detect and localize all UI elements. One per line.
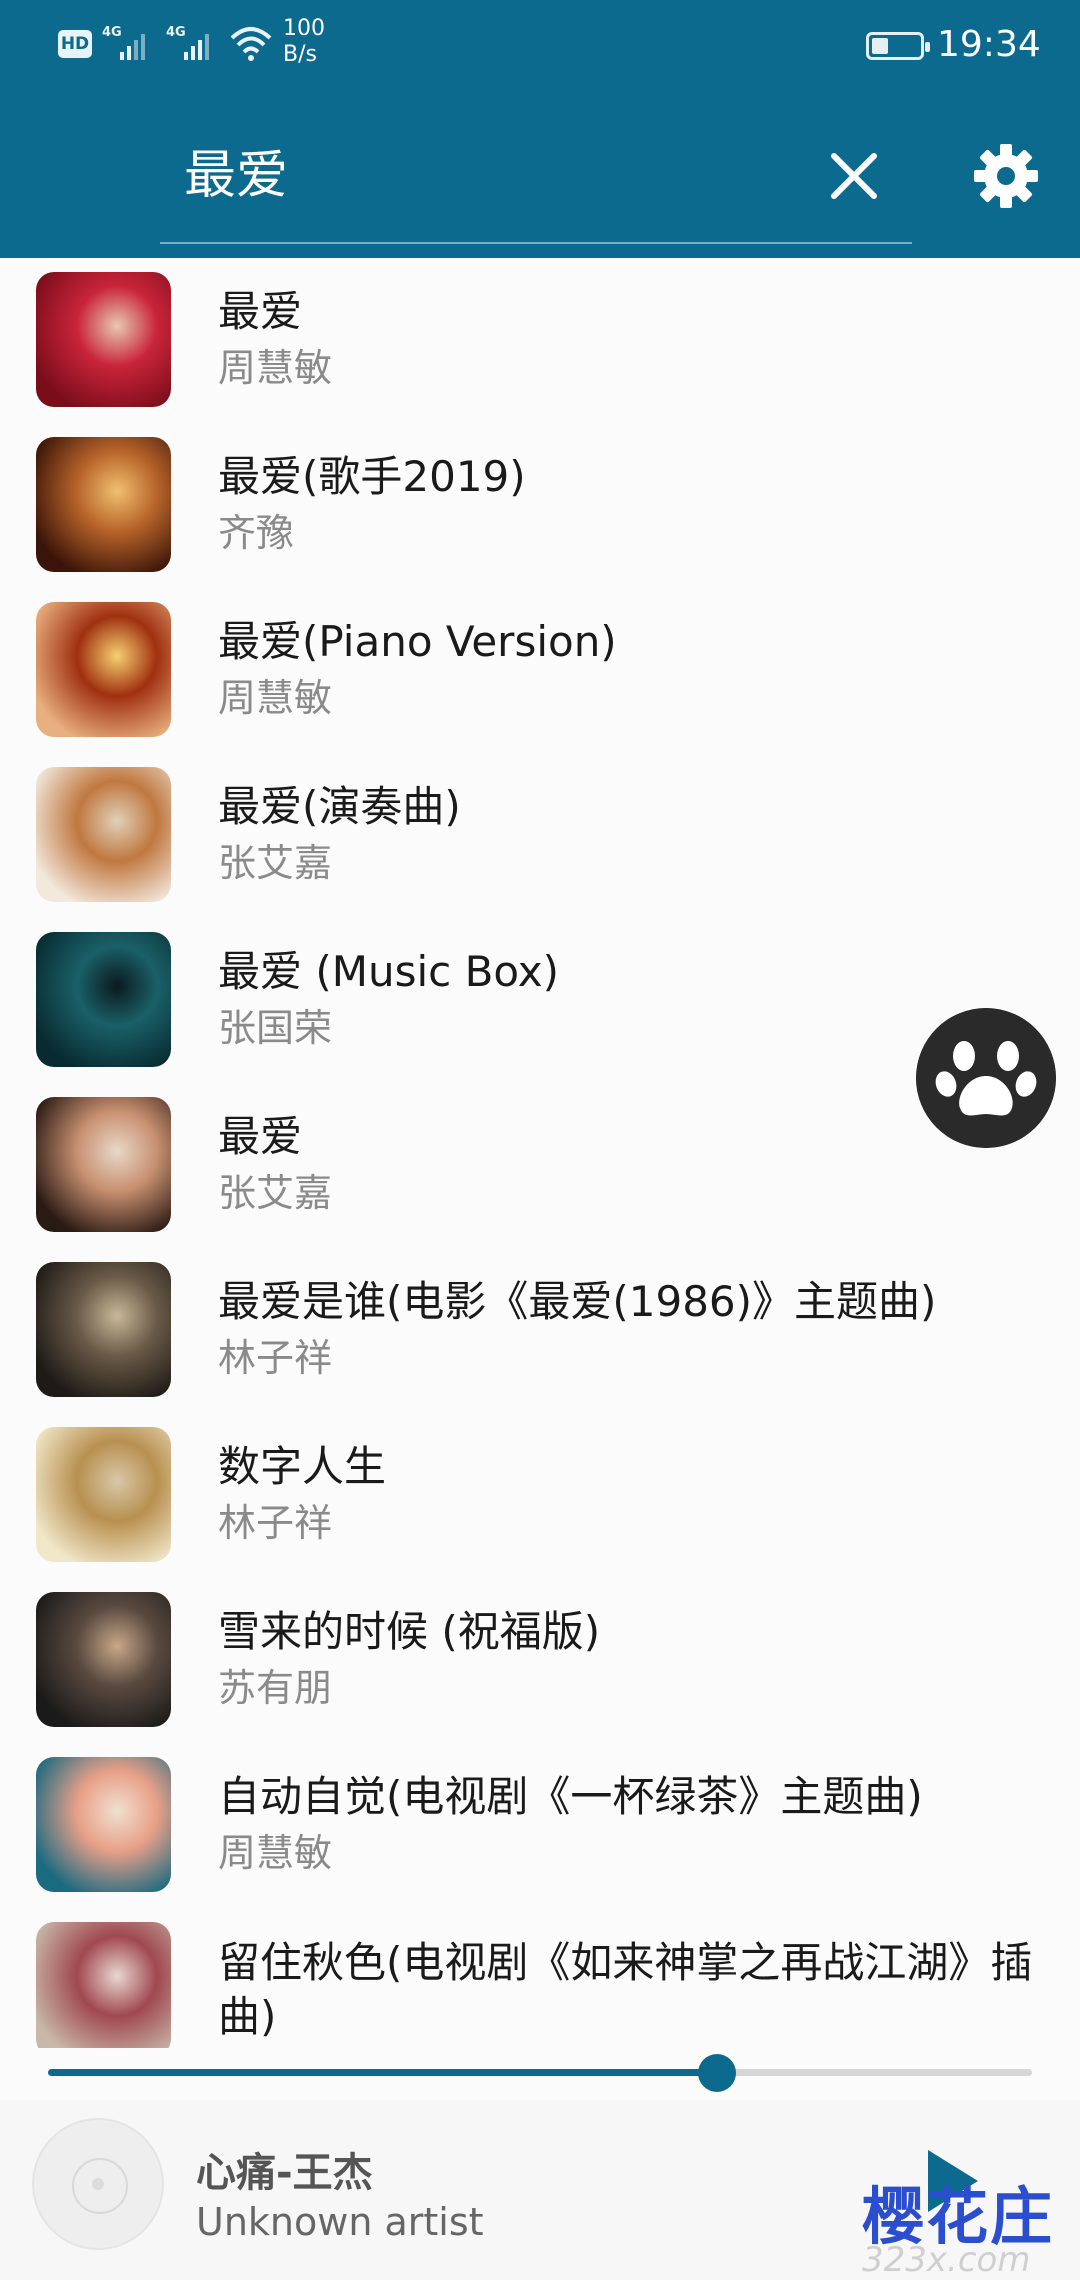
search-results-list: 最爱 周慧敏 最爱(歌手2019) 齐豫 最爱(Piano Version) 周慧敏 最爱(…: [0, 258, 1080, 2048]
song-artist: 齐豫: [218, 511, 295, 555]
album-cover: [36, 1427, 171, 1562]
album-cover: [36, 1262, 171, 1397]
song-title: 最爱是谁(电影《最爱(1986)》主题曲): [218, 1277, 937, 1326]
song-row[interactable]: 雪来的时候 (祝福版) 苏有朋: [0, 1578, 1080, 1743]
gear-icon[interactable]: [968, 138, 1044, 214]
album-cover: [36, 1097, 171, 1232]
song-artist: 周慧敏: [218, 676, 333, 720]
playback-progress-handle[interactable]: [698, 2054, 737, 2092]
album-cover: [36, 1757, 171, 1892]
album-cover: [36, 1592, 171, 1727]
song-title: 最爱(歌手2019): [218, 452, 526, 501]
net-label: 4G: [102, 25, 122, 40]
cellular-signal-icon-2: 4G: [166, 25, 209, 60]
song-row[interactable]: 留住秋色(电视剧《如来神掌之再战江湖》插曲)张学友: [0, 1908, 1080, 2048]
now-playing-artist: Unknown artist: [196, 2200, 484, 2244]
now-playing-title: 心痛-王杰: [196, 2150, 373, 2196]
album-cover: [36, 767, 171, 902]
search-input[interactable]: 最爱: [184, 140, 288, 212]
close-icon[interactable]: [818, 140, 890, 212]
paw-icon[interactable]: [916, 1008, 1056, 1148]
song-title: 最爱 (Music Box): [218, 947, 560, 996]
album-cover: [36, 1922, 171, 2048]
song-title: 数字人生: [218, 1442, 387, 1491]
song-title: 雪来的时候 (祝福版): [218, 1607, 601, 1656]
song-row[interactable]: 数字人生 林子祥: [0, 1413, 1080, 1578]
song-row[interactable]: 自动自觉(电视剧《一杯绿茶》主题曲) 周慧敏: [0, 1743, 1080, 1908]
song-artist: 周慧敏: [218, 346, 333, 390]
song-artist: 林子祥: [218, 1336, 333, 1380]
watermark-domain: 323x.com: [862, 2240, 1031, 2280]
song-artist: 苏有朋: [218, 1666, 333, 1710]
song-row[interactable]: 最爱 张艾嘉: [0, 1083, 1080, 1248]
song-row[interactable]: 最爱 周慧敏: [0, 258, 1080, 423]
network-speed-value: 100: [283, 16, 325, 41]
song-title: 最爱(Piano Version): [218, 617, 617, 666]
album-cover: [36, 437, 171, 572]
song-artist: 张国荣: [218, 1006, 333, 1050]
cellular-signal-icon: 4G: [102, 25, 145, 60]
network-speed: 100 B/s: [283, 16, 325, 68]
status-bar: HD 4G 4G 100 B/s 19:34: [0, 0, 1080, 92]
mini-player[interactable]: 心痛-王杰 Unknown artist 樱花庄 323x.com: [0, 2100, 1080, 2280]
battery-level: [872, 38, 888, 54]
song-row[interactable]: 最爱(歌手2019) 齐豫: [0, 423, 1080, 588]
song-title: 最爱: [218, 1112, 303, 1161]
hd-badge: HD: [58, 30, 92, 58]
song-artist: 林子祥: [218, 1501, 333, 1545]
song-row[interactable]: 最爱是谁(电影《最爱(1986)》主题曲) 林子祥: [0, 1248, 1080, 1413]
net-label-2: 4G: [166, 25, 186, 40]
playback-progress-bar[interactable]: [48, 2069, 1032, 2076]
song-artist: 周慧敏: [218, 1831, 333, 1875]
song-artist: 张艾嘉: [218, 1171, 333, 1215]
battery-icon: [866, 32, 930, 60]
song-row[interactable]: 最爱(演奏曲) 张艾嘉: [0, 753, 1080, 918]
status-time: 19:34: [937, 24, 1041, 65]
album-art-placeholder: [32, 2118, 164, 2250]
song-title: 最爱: [218, 287, 303, 336]
search-underline: [160, 242, 912, 244]
app-header: HD 4G 4G 100 B/s 19:34 最爱: [0, 0, 1080, 258]
song-title: 自动自觉(电视剧《一杯绿茶》主题曲): [218, 1772, 923, 1821]
song-artist: 张艾嘉: [218, 841, 333, 885]
album-cover: [36, 932, 171, 1067]
network-speed-unit: B/s: [283, 42, 317, 67]
playback-progress-fill: [48, 2069, 718, 2076]
wifi-icon: [230, 27, 272, 61]
album-cover: [36, 602, 171, 737]
song-row[interactable]: 最爱(Piano Version) 周慧敏: [0, 588, 1080, 753]
song-title: 最爱(演奏曲): [218, 782, 461, 831]
album-cover: [36, 272, 171, 407]
song-title: 留住秋色(电视剧《如来神掌之再战江湖》插曲): [218, 1938, 1033, 2041]
